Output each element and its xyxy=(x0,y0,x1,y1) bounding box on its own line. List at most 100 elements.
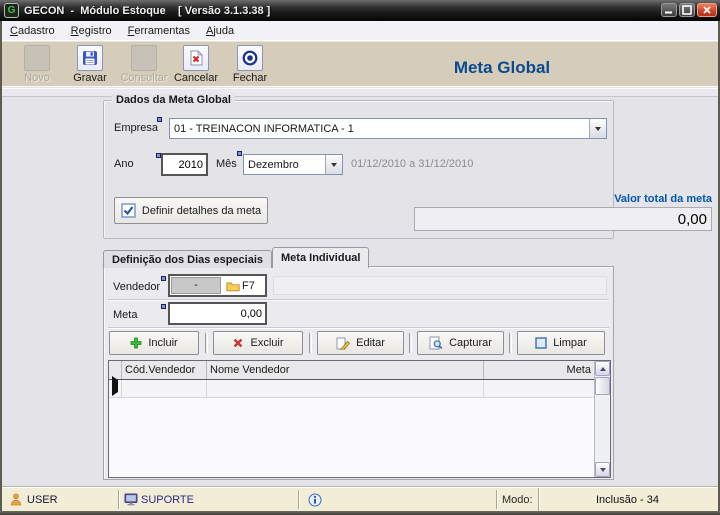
app-window: G GECON - Módulo Estoque [ Versão 3.1.3.… xyxy=(0,0,720,515)
vendedores-table: Cód.Vendedor Nome Vendedor Meta xyxy=(108,360,611,478)
scrollbar-track[interactable] xyxy=(595,395,610,462)
status-divider xyxy=(118,490,120,509)
separator xyxy=(409,333,412,353)
editar-label: Editar xyxy=(356,337,385,349)
close-icon xyxy=(703,6,711,14)
meta-input[interactable] xyxy=(168,302,267,325)
chevron-down-icon xyxy=(331,163,337,170)
table-content: Cód.Vendedor Nome Vendedor Meta xyxy=(109,361,594,477)
required-marker-icon xyxy=(157,117,162,122)
mes-combobox[interactable]: Dezembro xyxy=(243,154,343,175)
maximize-button[interactable] xyxy=(679,3,695,17)
vendedor-lookup-field[interactable]: - F7 xyxy=(168,274,267,297)
menu-ferramentas[interactable]: Ferramentas xyxy=(120,23,198,39)
toolbar-edge-strip xyxy=(2,88,718,97)
separator xyxy=(509,333,512,353)
toolbar-button-fechar-label: Fechar xyxy=(232,72,268,84)
save-floppy-icon xyxy=(77,45,103,71)
status-modo-label: Modo: xyxy=(502,494,533,506)
clear-square-icon xyxy=(535,337,547,349)
excluir-button[interactable]: Excluir xyxy=(213,331,303,355)
menu-registro[interactable]: Registro xyxy=(63,23,120,39)
edit-pencil-icon xyxy=(336,337,351,350)
toolbar-button-novo-label: Novo xyxy=(24,72,50,84)
status-divider xyxy=(298,490,300,509)
minimize-button[interactable] xyxy=(661,3,677,17)
periodo-text: 01/12/2010 a 31/12/2010 xyxy=(351,158,474,170)
menu-ajuda[interactable]: Ajuda xyxy=(198,23,242,39)
table-row[interactable] xyxy=(109,376,594,398)
tab-strip: Definição dos Dias especiais Meta Indivi… xyxy=(103,247,370,268)
valor-total-field: 0,00 xyxy=(414,207,712,231)
groupbox-title: Dados da Meta Global xyxy=(112,94,235,106)
separator xyxy=(205,333,208,353)
app-icon: G xyxy=(4,3,19,18)
mes-dropdown-button[interactable] xyxy=(325,155,342,174)
window-controls xyxy=(661,3,717,17)
status-bar: USER SUPORTE Modo: Inclusão - 34 xyxy=(2,487,718,512)
dados-meta-global-groupbox: Dados da Meta Global Empresa 01 - TREINA… xyxy=(103,94,712,239)
vendedor-row: Vendedor - F7 xyxy=(108,272,609,300)
monitor-icon xyxy=(124,493,138,506)
delete-x-icon xyxy=(234,338,243,348)
definir-detalhes-label: Definir detalhes da meta xyxy=(141,204,262,217)
limpar-button[interactable]: Limpar xyxy=(517,331,605,355)
valor-total-label: Valor total da meta xyxy=(614,193,712,205)
screen-title: Meta Global xyxy=(453,58,551,77)
actions-bar: Incluir Excluir Editar Capturar Limpar xyxy=(108,331,611,357)
excluir-label: Excluir xyxy=(250,337,284,349)
menu-bar: Cadastro Registro Ferramentas Ajuda xyxy=(2,21,718,41)
tab-definicao-dias-especiais[interactable]: Definição dos Dias especiais xyxy=(103,250,273,268)
tab-meta-individual[interactable]: Meta Individual xyxy=(272,247,370,268)
info-icon[interactable] xyxy=(308,493,322,507)
title-bar: G GECON - Módulo Estoque [ Versão 3.1.3.… xyxy=(0,0,720,21)
minimize-icon xyxy=(665,11,672,14)
status-suporte: SUPORTE xyxy=(141,494,194,506)
mes-label: Mês xyxy=(216,158,237,170)
table-header-cod-vendedor[interactable]: Cód.Vendedor xyxy=(122,361,207,379)
menu-cadastro[interactable]: Cadastro xyxy=(2,23,63,39)
required-marker-icon xyxy=(161,304,166,309)
window-title: GECON - Módulo Estoque [ Versão 3.1.3.38… xyxy=(24,4,271,17)
toolbar-button-cancelar[interactable]: Cancelar xyxy=(169,45,223,87)
toolbar-button-consultar: Consultar xyxy=(117,45,171,87)
status-user: USER xyxy=(27,494,58,506)
plus-icon xyxy=(130,337,142,349)
close-button[interactable] xyxy=(697,3,717,17)
empresa-dropdown-button[interactable] xyxy=(589,119,606,138)
editar-button[interactable]: Editar xyxy=(317,331,404,355)
vertical-scrollbar[interactable] xyxy=(594,361,610,477)
toolbar-button-fechar[interactable]: Fechar xyxy=(223,45,277,87)
required-marker-icon xyxy=(161,276,166,281)
current-row-marker-icon xyxy=(112,376,118,396)
incluir-button[interactable]: Incluir xyxy=(109,331,199,355)
meta-row: Meta xyxy=(108,300,609,328)
scroll-up-button[interactable] xyxy=(595,361,610,376)
triangle-up-icon xyxy=(599,364,606,371)
window-border-left xyxy=(0,21,2,515)
table-header-meta[interactable]: Meta xyxy=(484,361,594,379)
user-icon xyxy=(10,493,22,506)
cell-nome-vendedor xyxy=(207,380,484,397)
vendedor-f7-button[interactable]: F7 xyxy=(226,280,255,292)
toolbar-button-gravar[interactable]: Gravar xyxy=(63,45,117,87)
table-header-nome-vendedor[interactable]: Nome Vendedor xyxy=(207,361,484,379)
scrollbar-thumb[interactable] xyxy=(595,377,610,395)
maximize-icon xyxy=(682,5,692,15)
vendedor-code-value: - xyxy=(171,277,221,294)
status-divider xyxy=(496,490,498,509)
scroll-down-button[interactable] xyxy=(595,462,610,477)
empresa-combobox[interactable]: 01 - TREINACON INFORMATICA - 1 xyxy=(169,118,607,139)
close-power-icon xyxy=(237,45,263,71)
ano-input[interactable] xyxy=(161,153,208,176)
separator xyxy=(309,333,312,353)
definir-detalhes-button[interactable]: Definir detalhes da meta xyxy=(114,197,268,224)
cell-meta xyxy=(484,380,594,397)
cancel-document-icon xyxy=(183,45,209,71)
ano-label: Ano xyxy=(114,158,134,170)
capturar-button[interactable]: Capturar xyxy=(417,331,504,355)
meta-individual-panel: Vendedor - F7 Meta In xyxy=(103,266,614,480)
row-selector-cell xyxy=(109,376,122,397)
chevron-down-icon xyxy=(595,127,601,134)
toolbar-button-cancelar-label: Cancelar xyxy=(173,72,219,84)
